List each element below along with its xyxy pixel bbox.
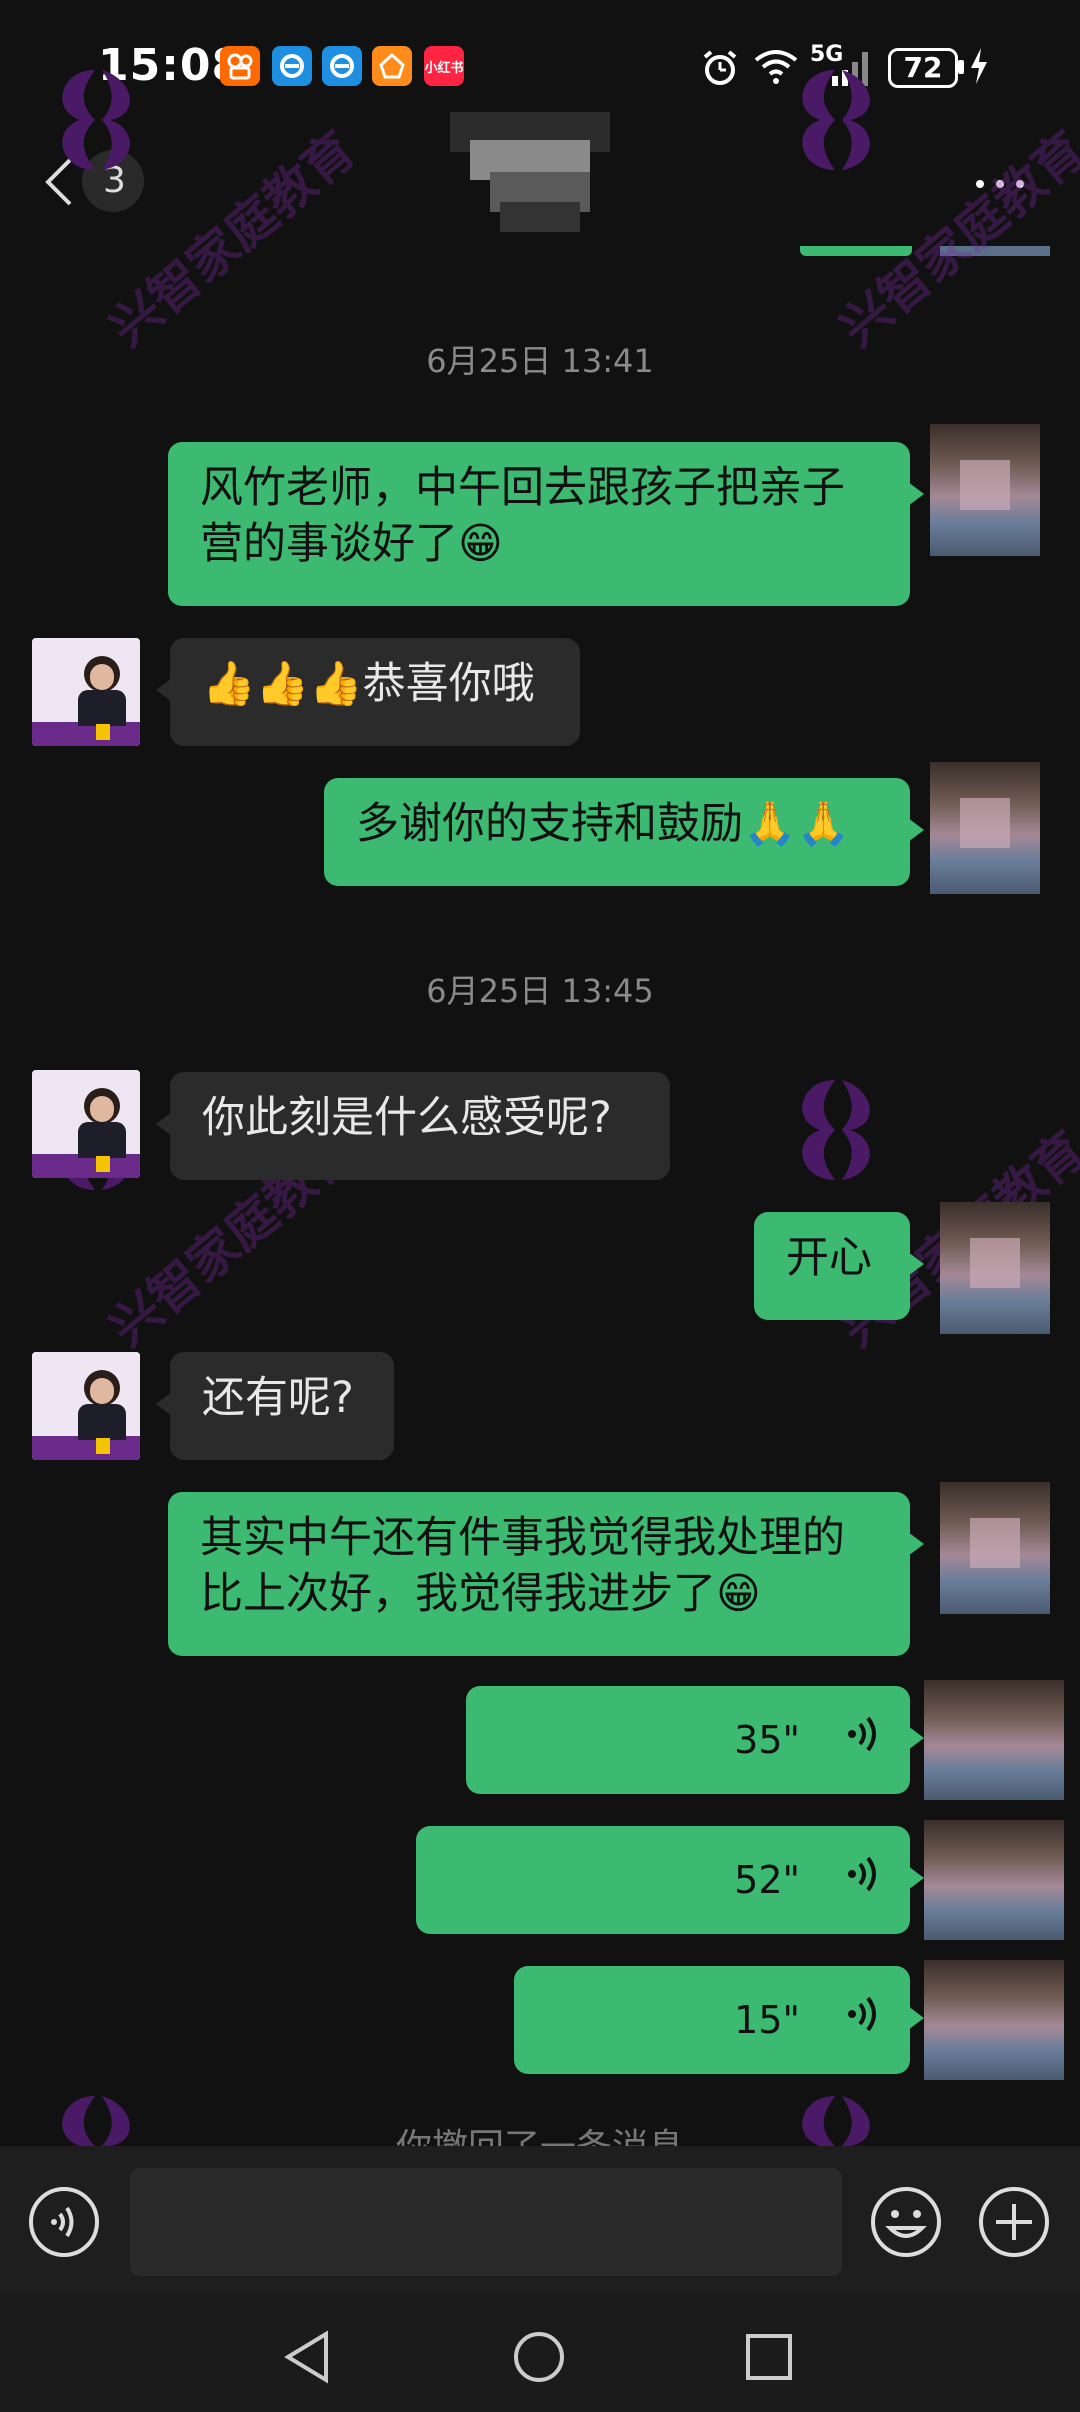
message-text: 开心 (786, 1233, 872, 1283)
nav-recent-icon[interactable] (744, 2332, 794, 2382)
voice-wave-icon (848, 1996, 876, 2032)
teacher-avatar[interactable] (32, 638, 140, 746)
other-message-bubble[interactable]: 👍👍👍恭喜你哦 (156, 638, 580, 746)
voice-message-bubble[interactable]: 35" (466, 1686, 924, 1794)
my-avatar[interactable] (940, 1202, 1050, 1334)
watermark-logo (62, 70, 130, 170)
recalled-notice-text: 你撤回了一条消息 (0, 2120, 1080, 2146)
my-avatar[interactable] (930, 762, 1040, 894)
battery-indicator: 72 (888, 48, 958, 88)
orange-app-icon (372, 46, 412, 86)
message-text: 风竹老师，中午回去跟孩子把亲子 (200, 463, 845, 513)
voice-duration: 35" (734, 1718, 800, 1762)
timestamp: 6月25日 13:41 (426, 342, 654, 380)
alarm-icon (703, 50, 737, 85)
xiaohongshu-app-icon: 小红书 (424, 46, 464, 86)
charging-icon (971, 48, 987, 84)
message-text: 比上次好，我觉得我进步了😁 (200, 1569, 761, 1619)
voice-input-icon[interactable] (28, 2186, 100, 2258)
contact-name-blurred (450, 112, 610, 232)
other-message-bubble[interactable]: 你此刻是什么感受呢? (156, 1072, 670, 1180)
my-avatar[interactable] (940, 1482, 1050, 1614)
timestamp: 6月25日 13:45 (426, 972, 654, 1010)
emoji-icon[interactable] (870, 2186, 942, 2258)
my-avatar[interactable] (924, 1680, 1064, 1812)
message-input[interactable] (130, 2168, 842, 2276)
other-message-bubble[interactable]: 还有呢? (156, 1352, 394, 1460)
my-avatar[interactable] (930, 424, 1040, 556)
voice-wave-icon (848, 1716, 876, 1752)
teacher-avatar[interactable] (32, 1070, 140, 1178)
message-text: 多谢你的支持和鼓励🙏🙏 (356, 799, 851, 849)
message-text: 👍👍👍恭喜你哦 (202, 659, 535, 709)
teacher-avatar[interactable] (32, 1352, 140, 1460)
eleme-app-icon (272, 46, 312, 86)
voice-duration: 15" (734, 1998, 800, 2042)
plus-icon[interactable] (978, 2186, 1050, 2258)
my-message-bubble[interactable]: 多谢你的支持和鼓励🙏🙏 (324, 778, 924, 886)
voice-wave-icon (848, 1856, 876, 1892)
watermark-logo (802, 70, 870, 170)
kuaishou-app-icon (220, 46, 260, 86)
eleme-app-icon-2 (322, 46, 362, 86)
message-text: 你此刻是什么感受呢? (202, 1093, 612, 1143)
message-text: 还有呢? (202, 1373, 354, 1423)
nav-back-icon[interactable] (282, 2330, 332, 2384)
my-avatar[interactable] (924, 1960, 1064, 2092)
nav-home-icon[interactable] (512, 2330, 566, 2384)
my-avatar[interactable] (924, 1820, 1064, 1952)
message-text: 营的事谈好了😁 (200, 519, 503, 569)
battery-tip (958, 60, 964, 74)
voice-message-bubble[interactable]: 15" (514, 1966, 924, 2074)
my-message-bubble[interactable]: 风竹老师，中午回去跟孩子把亲子 营的事谈好了😁 (168, 442, 924, 606)
message-text: 其实中午还有件事我觉得我处理的 (200, 1513, 845, 1563)
watermark-logo (802, 1080, 870, 1180)
my-message-bubble[interactable]: 其实中午还有件事我觉得我处理的 比上次好，我觉得我进步了😁 (168, 1492, 924, 1656)
my-message-bubble[interactable]: 开心 (754, 1212, 924, 1320)
recalled-notice: 你撤回了一条消息 (0, 2120, 1080, 2146)
voice-duration: 52" (734, 1858, 800, 1902)
xiaohongshu-label: 小红书 (424, 60, 464, 76)
voice-message-bubble[interactable]: 52" (416, 1826, 924, 1934)
